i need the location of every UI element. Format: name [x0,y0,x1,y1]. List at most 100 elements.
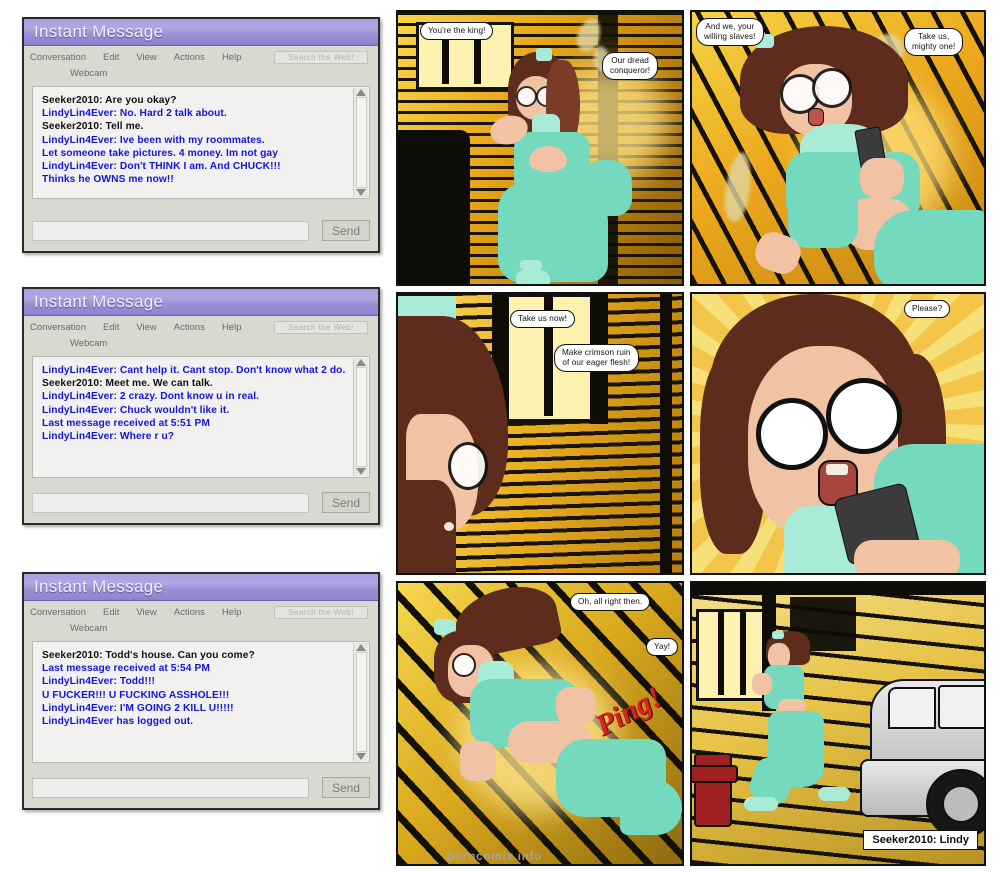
menu-item-edit[interactable]: Edit [103,52,119,63]
smoke-wisp [721,150,755,224]
chat-lines: LindyLin4Ever: Cant help it. Cant stop. … [33,357,369,477]
figure-tooth [444,522,454,531]
speech-bubble: Take us now! [510,310,575,328]
chat-line: Seeker2010: Are you okay? [42,95,177,106]
menubar: Conversation Edit View Actions Help Sear… [24,601,378,637]
car-hubcap [942,785,980,823]
im-window-2[interactable]: Instant Message Conversation Edit View A… [22,287,380,525]
im-window-3[interactable]: Instant Message Conversation Edit View A… [22,572,380,810]
sound-effect: Ping! [590,680,668,743]
chat-transcript-2: LindyLin4Ever: Cant help it. Cant stop. … [32,356,370,478]
scroll-down-icon[interactable] [356,468,366,475]
menu-item-conversation[interactable]: Conversation [30,322,86,333]
comic-panel-4: Please? [690,292,986,575]
comic-panel-5: Ping! Oh, all right then. Yay! [396,581,684,866]
menu-item-edit[interactable]: Edit [103,607,119,618]
menu-item-actions[interactable]: Actions [174,52,205,63]
menu-row-secondary: Webcam [24,335,378,351]
chat-line: Seeker2010: Tell me. [42,121,144,133]
scrollbar-track[interactable] [355,652,367,752]
figure-fist [556,687,596,725]
scroll-down-icon[interactable] [356,753,366,760]
scroll-down-icon[interactable] [356,189,366,196]
comic-panel-1: You're the king! Our dread conqueror! [396,10,684,286]
figure-pants [874,210,984,284]
chat-line: LindyLin4Ever: Todd!!! [42,676,155,688]
chat-line: LindyLin4Ever has logged out. [42,716,194,728]
search-input[interactable]: Search the Web! [274,50,368,64]
scroll-up-icon[interactable] [356,359,366,366]
search-input[interactable]: Search the Web! [274,605,368,619]
compose-area: Send [32,492,370,513]
menubar: Conversation Edit View Actions Help Sear… [24,46,378,82]
message-input[interactable] [32,220,309,241]
menu-item-actions[interactable]: Actions [174,322,205,333]
figure-teeth [826,464,848,475]
comic-panel-6: Seeker2010: Lindy [690,581,986,866]
im-window-1[interactable]: Instant Message Conversation Edit View A… [22,17,380,253]
figure-fist [752,673,772,695]
chat-line: LindyLin4Ever: 2 crazy. Dont know u in r… [42,391,260,403]
send-button[interactable]: Send [322,492,370,513]
figure-waistband [788,184,858,248]
menu-item-edit[interactable]: Edit [103,322,119,333]
menu-item-help[interactable]: Help [222,322,242,333]
speech-bubble: Please? [904,300,951,318]
car-window [938,685,984,729]
awning-edge [692,583,984,595]
figure-chest [529,146,567,172]
titlebar[interactable]: Instant Message [24,574,378,601]
chat-line: Last message received at 5:51 PM [42,417,210,429]
figure-hairband [536,48,552,61]
message-input[interactable] [32,777,309,798]
menu-item-conversation[interactable]: Conversation [30,607,86,618]
menu-item-view[interactable]: View [136,52,156,63]
figure-fist [460,741,496,781]
scrollbar-track[interactable] [355,97,367,188]
figure-glasses-lens [516,86,537,107]
comic-panel-2: And we, your willing slaves! Take us, mi… [690,10,986,286]
chat-transcript-3: Seeker2010: Todd's house. Can you come? … [32,641,370,763]
search-input[interactable]: Search the Web! [274,320,368,334]
scrollbar-track[interactable] [355,367,367,467]
chat-scrollbar[interactable] [353,358,368,476]
menu-row-secondary: Webcam [24,620,378,636]
titlebar[interactable]: Instant Message [24,19,378,46]
send-button[interactable]: Send [322,220,370,241]
chat-line: LindyLin4Ever: Cant help it. Cant stop. … [42,365,346,376]
chat-scrollbar[interactable] [353,88,368,197]
compose-area: Send [32,220,370,241]
chat-scrollbar[interactable] [353,643,368,761]
figure-hand [854,540,960,573]
figure-glasses-lens [452,653,476,677]
window-title: Instant Message [34,577,164,596]
menu-item-help[interactable]: Help [222,52,242,63]
menu-item-view[interactable]: View [136,322,156,333]
figure-glasses-lens [812,68,852,108]
fire-hydrant-arm [692,765,738,783]
compose-area: Send [32,777,370,798]
figure-leg [620,779,682,835]
figure-mouth [808,108,824,126]
menu-item-conversation[interactable]: Conversation [30,52,86,63]
caption-box: Seeker2010: Lindy [863,830,978,850]
menu-item-actions[interactable]: Actions [174,607,205,618]
chat-line: Let someone take pictures. 4 money. Im n… [42,147,278,159]
send-button[interactable]: Send [322,777,370,798]
wall-edge [660,294,672,573]
menu-item-webcam[interactable]: Webcam [70,623,107,634]
scroll-up-icon[interactable] [356,644,366,651]
menu-row-secondary: Webcam [24,65,378,81]
scroll-up-icon[interactable] [356,89,366,96]
menu-item-view[interactable]: View [136,607,156,618]
message-input[interactable] [32,492,309,513]
comic-page: Instant Message Conversation Edit View A… [0,0,1000,872]
menu-item-webcam[interactable]: Webcam [70,68,107,79]
search-placeholder: Search the Web! [288,52,354,62]
speech-bubble: And we, your willing slaves! [696,18,764,46]
send-button-label: Send [331,495,361,510]
titlebar[interactable]: Instant Message [24,289,378,316]
figure-shoe [516,270,550,284]
menu-item-help[interactable]: Help [222,607,242,618]
menu-item-webcam[interactable]: Webcam [70,338,107,349]
